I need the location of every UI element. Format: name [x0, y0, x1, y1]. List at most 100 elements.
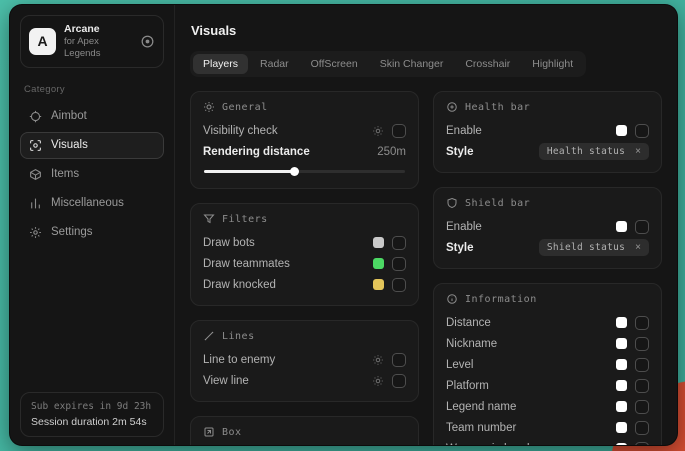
subscription-info-card: Sub expires in 9d 23h Session duration 2…: [20, 392, 164, 437]
setting-row-weapon-in-hands: Weapon in hands: [446, 438, 649, 445]
setting-label: Style: [446, 146, 474, 158]
gear-icon[interactable]: [372, 125, 384, 137]
setting-label: Rendering distance: [203, 146, 310, 158]
color-swatch[interactable]: [616, 317, 627, 328]
gear-icon[interactable]: [372, 354, 384, 366]
setting-row-view-line: View line: [203, 370, 406, 391]
page-title: Visuals: [191, 23, 662, 38]
gear-icon[interactable]: [372, 375, 384, 387]
setting-label: Draw teammates: [203, 258, 290, 270]
sub-expires-text: Sub expires in 9d 23h: [31, 401, 153, 412]
sidebar-item-aimbot[interactable]: Aimbot: [20, 103, 164, 130]
setting-label: Legend name: [446, 401, 516, 413]
slider-handle[interactable]: [290, 167, 299, 176]
setting-row-health-style: Style Health status ×: [446, 141, 649, 162]
checkbox[interactable]: [635, 220, 649, 234]
sidebar-item-visuals[interactable]: Visuals: [20, 132, 164, 159]
app-window: A Arcane for Apex Legends Category Aimbo…: [10, 5, 677, 445]
tab-players[interactable]: Players: [193, 54, 248, 74]
panel-title: Shield bar: [465, 198, 530, 209]
color-swatch[interactable]: [616, 221, 627, 232]
setting-label: Style: [446, 242, 474, 254]
style-selected-value: Shield status: [547, 242, 625, 253]
checkbox[interactable]: [635, 421, 649, 435]
style-select[interactable]: Health status ×: [539, 143, 649, 160]
setting-row-shield-enable: Enable: [446, 216, 649, 237]
remove-icon[interactable]: ×: [635, 146, 641, 157]
checkbox[interactable]: [635, 400, 649, 414]
panel-title: Filters: [222, 214, 268, 225]
panel-filters: Filters Draw bots Draw teammates: [190, 203, 419, 306]
panel-title: Box: [222, 427, 242, 438]
setting-label: Enable: [446, 125, 482, 137]
eye-icon: [29, 139, 42, 152]
checkbox[interactable]: [635, 124, 649, 138]
setting-label: Enable: [446, 221, 482, 233]
sidebar-nav: Aimbot Visuals Items Miscellaneous: [20, 103, 164, 246]
color-swatch[interactable]: [373, 279, 384, 290]
checkbox[interactable]: [392, 124, 406, 138]
setting-label: Visibility check: [203, 125, 278, 137]
checkbox[interactable]: [392, 257, 406, 271]
color-swatch[interactable]: [373, 258, 384, 269]
shield-icon: [446, 197, 458, 209]
sidebar-item-label: Miscellaneous: [51, 197, 124, 209]
setting-label: Draw bots: [203, 237, 255, 249]
setting-row-visibility-check: Visibility check: [203, 120, 406, 141]
info-icon: [446, 293, 458, 305]
checkbox[interactable]: [635, 358, 649, 372]
rendering-distance-slider[interactable]: [204, 167, 405, 176]
tab-skin-changer[interactable]: Skin Changer: [370, 54, 454, 74]
color-swatch[interactable]: [616, 338, 627, 349]
setting-label: Nickname: [446, 338, 497, 350]
setting-label: Team number: [446, 422, 516, 434]
sun-icon: [203, 101, 215, 113]
tab-offscreen[interactable]: OffScreen: [301, 54, 368, 74]
style-selected-value: Health status: [547, 146, 625, 157]
checkbox[interactable]: [392, 278, 406, 292]
sidebar-item-miscellaneous[interactable]: Miscellaneous: [20, 190, 164, 217]
color-swatch[interactable]: [616, 422, 627, 433]
sidebar-item-label: Items: [51, 168, 79, 180]
setting-label: View line: [203, 375, 249, 387]
app-subtitle: for Apex Legends: [64, 36, 132, 60]
box-frame-icon: [203, 426, 215, 438]
checkbox[interactable]: [635, 442, 649, 446]
checkbox[interactable]: [635, 337, 649, 351]
sidebar-item-label: Settings: [51, 226, 93, 238]
gear-icon: [29, 226, 42, 239]
panel-health-bar: Health bar Enable Style Health status: [433, 91, 662, 173]
panel-title: Information: [465, 294, 537, 305]
app-name: Arcane: [64, 23, 132, 36]
color-swatch[interactable]: [616, 443, 627, 445]
setting-row-draw-teammates: Draw teammates: [203, 253, 406, 274]
setting-label: Level: [446, 359, 474, 371]
checkbox[interactable]: [635, 379, 649, 393]
setting-row-level: Level: [446, 354, 649, 375]
panel-title: Lines: [222, 331, 255, 342]
sidebar-item-settings[interactable]: Settings: [20, 219, 164, 246]
checkbox[interactable]: [392, 374, 406, 388]
remove-icon[interactable]: ×: [635, 242, 641, 253]
checkbox[interactable]: [392, 353, 406, 367]
panel-title: Health bar: [465, 102, 530, 113]
style-select[interactable]: Shield status ×: [539, 239, 649, 256]
tab-radar[interactable]: Radar: [250, 54, 299, 74]
checkbox[interactable]: [392, 236, 406, 250]
panel-box: Box Enable Enable background: [190, 416, 419, 445]
tab-highlight[interactable]: Highlight: [522, 54, 583, 74]
color-swatch[interactable]: [373, 237, 384, 248]
health-icon: [446, 101, 458, 113]
color-swatch[interactable]: [616, 380, 627, 391]
sidebar-item-items[interactable]: Items: [20, 161, 164, 188]
panel-general: General Visibility check Rendering dista…: [190, 91, 419, 189]
disc-icon[interactable]: [140, 34, 155, 49]
tab-crosshair[interactable]: Crosshair: [455, 54, 520, 74]
color-swatch[interactable]: [616, 125, 627, 136]
color-swatch[interactable]: [616, 359, 627, 370]
checkbox[interactable]: [635, 316, 649, 330]
category-label: Category: [24, 84, 164, 95]
color-swatch[interactable]: [616, 401, 627, 412]
panel-lines: Lines Line to enemy View line: [190, 320, 419, 402]
setting-label: Line to enemy: [203, 354, 275, 366]
